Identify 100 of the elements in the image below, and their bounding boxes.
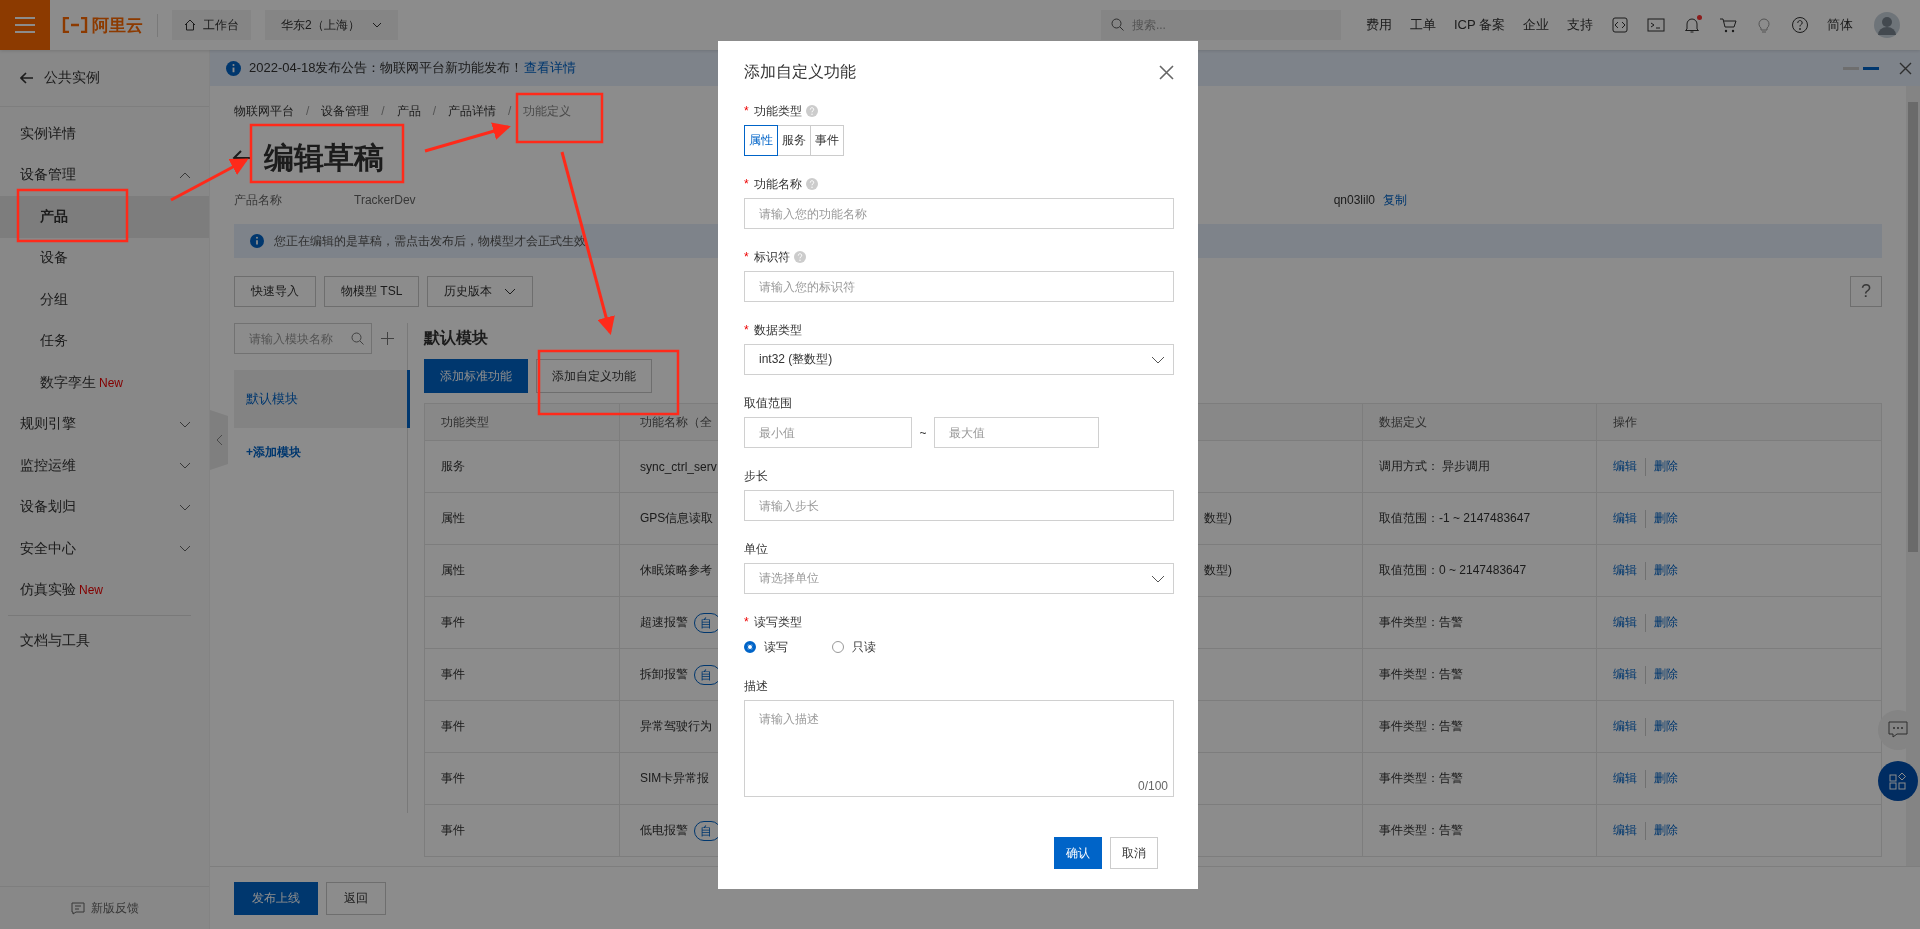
row-action-link[interactable]: 编辑: [1613, 718, 1637, 735]
avatar-icon[interactable]: [1874, 12, 1900, 38]
terminal-icon[interactable]: [1647, 16, 1665, 34]
min-value-field[interactable]: 最小值: [744, 417, 912, 448]
toolbar-button[interactable]: 物模型 TSL: [324, 276, 420, 307]
cart-icon[interactable]: [1719, 16, 1737, 34]
footer-button[interactable]: 返回: [326, 881, 386, 915]
chevron-down-icon: [179, 503, 191, 511]
row-action-link[interactable]: 编辑: [1613, 458, 1637, 475]
scrollbar[interactable]: [1906, 86, 1920, 866]
sidebar-group[interactable]: 设备划归: [0, 486, 209, 528]
input-field[interactable]: 请输入您的标识符: [744, 271, 1174, 302]
type-tab[interactable]: 属性: [744, 125, 778, 156]
chat-icon: [1888, 721, 1908, 739]
top-nav-link[interactable]: 工单: [1409, 16, 1436, 34]
row-action-link[interactable]: 删除: [1654, 458, 1678, 475]
code-icon[interactable]: [1611, 16, 1629, 34]
sidebar-item[interactable]: 文档与工具: [0, 620, 209, 662]
breadcrumb-link[interactable]: 设备管理: [321, 102, 370, 120]
add-module-link[interactable]: +添加模块: [234, 444, 394, 461]
close-icon[interactable]: [1159, 64, 1174, 80]
row-action-link[interactable]: 编辑: [1613, 562, 1637, 579]
language-link[interactable]: 简体: [1827, 16, 1853, 34]
sidebar-item[interactable]: 实例详情: [0, 113, 209, 155]
field-label: 数据类型: [753, 321, 802, 339]
workbench-button[interactable]: 工作台: [172, 10, 251, 40]
breadcrumb-link[interactable]: 产品详情: [448, 102, 497, 120]
character-counter: 0/100: [1137, 779, 1168, 793]
row-action-link[interactable]: 删除: [1654, 510, 1678, 527]
field-label: 取值范围: [744, 394, 792, 412]
select-field[interactable]: int32 (整数型): [744, 344, 1174, 375]
apps-icon: [1889, 772, 1907, 790]
module-item[interactable]: 默认模块: [234, 370, 410, 428]
lightbulb-icon[interactable]: [1755, 16, 1773, 34]
row-action-link[interactable]: 删除: [1654, 770, 1678, 787]
help-button[interactable]: ?: [1850, 276, 1882, 307]
row-action-link[interactable]: 编辑: [1613, 510, 1637, 527]
menu-button[interactable]: [0, 0, 50, 50]
feedback-link[interactable]: 新版反馈: [0, 886, 209, 929]
close-icon[interactable]: [1899, 61, 1912, 75]
apps-button[interactable]: [1878, 761, 1918, 801]
sidebar-group[interactable]: 规则引擎: [0, 403, 209, 445]
sidebar-item[interactable]: 产品: [0, 196, 209, 238]
sidebar-group[interactable]: 监控运维: [0, 445, 209, 487]
region-dropdown[interactable]: 华东2（上海）: [265, 10, 398, 40]
details-link[interactable]: 查看详情: [523, 60, 576, 75]
dialog-button[interactable]: 取消: [1110, 837, 1158, 869]
table-cell: 取值范围：-1 ~ 2147483647: [1379, 510, 1531, 527]
toolbar-button[interactable]: 快速导入: [234, 276, 316, 307]
sidebar-group[interactable]: 设备管理: [0, 154, 209, 196]
breadcrumb-link[interactable]: 功能定义: [523, 102, 572, 120]
radio-option[interactable]: 只读: [832, 638, 876, 656]
type-tab[interactable]: 服务: [777, 125, 811, 156]
add-function-button[interactable]: 添加自定义功能: [536, 359, 652, 393]
required-mark: *: [744, 177, 749, 191]
row-action-link[interactable]: 编辑: [1613, 770, 1637, 787]
type-tab[interactable]: 事件: [810, 125, 844, 156]
sidebar-group[interactable]: 安全中心: [0, 528, 209, 570]
row-action-link[interactable]: 删除: [1654, 666, 1678, 683]
sidebar-item[interactable]: 分组: [0, 279, 209, 321]
top-nav-link[interactable]: ICP 备案: [1453, 16, 1505, 34]
top-nav-link[interactable]: 支持: [1567, 16, 1593, 34]
row-action-link[interactable]: 删除: [1654, 562, 1678, 579]
help-icon[interactable]: [1791, 16, 1809, 34]
plus-icon[interactable]: [381, 332, 394, 345]
chevron-down-icon: [179, 420, 191, 428]
sidebar-item[interactable]: 数字孪生 New: [0, 362, 209, 404]
input-field[interactable]: 请输入步长: [744, 490, 1174, 521]
sidebar-item[interactable]: 任务: [0, 320, 209, 362]
top-nav-link[interactable]: 企业: [1523, 16, 1549, 34]
row-action-link[interactable]: 删除: [1654, 718, 1678, 735]
footer-button[interactable]: 发布上线: [234, 881, 318, 915]
add-function-button[interactable]: 添加标准功能: [424, 359, 528, 393]
sidebar-item[interactable]: 仿真实验 New: [0, 569, 209, 611]
row-action-link[interactable]: 删除: [1654, 822, 1678, 839]
info-icon: [250, 234, 264, 248]
row-action-link[interactable]: 编辑: [1613, 614, 1637, 631]
version-dropdown[interactable]: 历史版本: [427, 276, 534, 307]
input-field[interactable]: 请输入您的功能名称: [744, 198, 1174, 229]
logo-icon: [62, 17, 88, 33]
row-action-link[interactable]: 编辑: [1613, 822, 1637, 839]
page-title: 编辑草稿: [264, 142, 384, 174]
dialog-button[interactable]: 确认: [1054, 837, 1102, 869]
top-nav-link[interactable]: 费用: [1365, 16, 1392, 34]
row-action-link[interactable]: 编辑: [1613, 666, 1637, 683]
back-link[interactable]: 公共实例: [0, 50, 209, 107]
bell-icon[interactable]: [1683, 16, 1701, 34]
row-action-link[interactable]: 删除: [1654, 614, 1678, 631]
breadcrumb-link[interactable]: 物联网平台: [234, 102, 294, 120]
select-field[interactable]: 请选择单位: [744, 563, 1174, 594]
module-title: 默认模块: [424, 328, 488, 348]
max-value-field[interactable]: 最大值: [934, 417, 1099, 448]
logo-text: 阿里云: [92, 14, 143, 37]
column-header: 功能名称（全: [640, 413, 712, 431]
table-cell: 属性: [441, 562, 465, 579]
menu-icon: [15, 17, 35, 33]
copy-link[interactable]: 复制: [1383, 191, 1407, 209]
radio-button[interactable]: [744, 641, 756, 653]
breadcrumb-link[interactable]: 产品: [396, 102, 421, 120]
radio-option[interactable]: 读写: [744, 638, 788, 656]
